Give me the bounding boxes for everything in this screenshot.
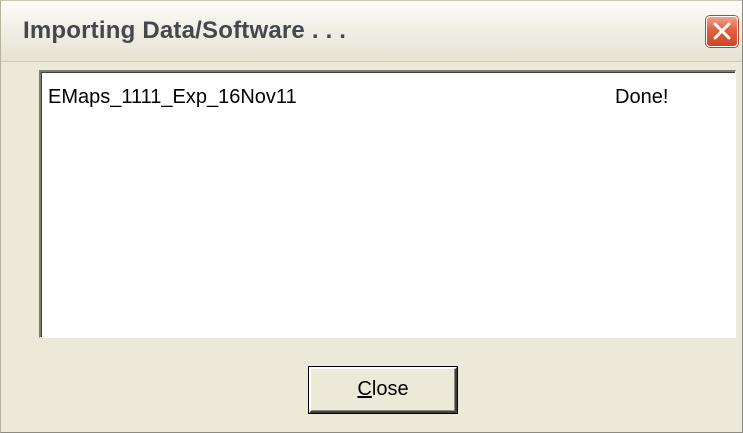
title-bar[interactable]: Importing Data/Software . . . (1, 1, 742, 62)
import-listbox[interactable]: EMaps_1111_Exp_16Nov11 Done! (39, 70, 736, 338)
close-button-mnemonic: C (357, 378, 372, 400)
x-glyph-icon (713, 22, 731, 40)
close-button-label: lose (371, 378, 409, 400)
close-x-icon[interactable] (706, 16, 738, 47)
item-name: EMaps_1111_Exp_16Nov11 (48, 86, 297, 108)
dialog-title: Importing Data/Software . . . (23, 17, 347, 44)
close-button[interactable]: Close (309, 367, 457, 413)
list-item[interactable]: EMaps_1111_Exp_16Nov11 Done! (41, 86, 735, 110)
item-status: Done! (615, 86, 669, 108)
import-dialog: Importing Data/Software . . . EMaps_1111… (0, 0, 743, 433)
